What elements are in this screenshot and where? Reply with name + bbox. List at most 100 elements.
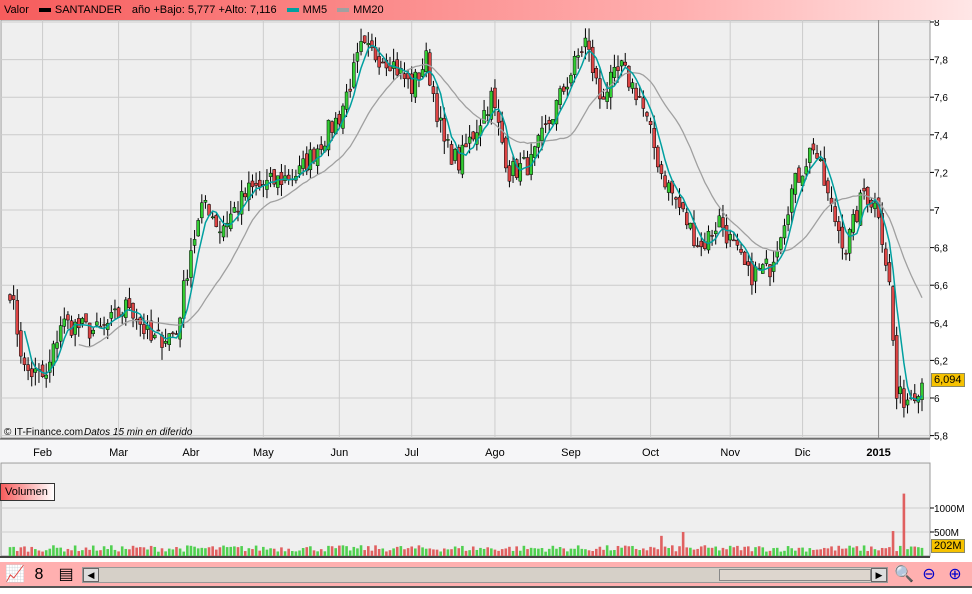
volume-bar — [70, 550, 73, 556]
candle-body — [793, 173, 798, 195]
volume-bar — [804, 551, 808, 556]
volume-bar — [189, 545, 193, 556]
y-tick-label: 7,6 — [934, 93, 948, 104]
candle-body — [847, 229, 852, 254]
price-chart[interactable]: 5,8 6 6,2 6,4 6,6 6,8 7 7,2 7,4 7,6 7,8 8 Feb Mar Abr M… — [0, 20, 972, 562]
candle-body — [77, 318, 81, 329]
candle-body — [844, 252, 848, 255]
mm5-swatch-icon — [286, 8, 299, 13]
volume-bar — [584, 549, 587, 556]
volume-bar — [486, 547, 490, 556]
candle-body — [460, 144, 465, 175]
candle-body — [572, 55, 577, 75]
candle-body — [898, 386, 903, 395]
candle-body — [782, 225, 787, 239]
volume-bar — [841, 548, 844, 556]
volume-bar — [638, 550, 642, 556]
candle-body — [887, 262, 892, 283]
volume-bar — [815, 549, 819, 556]
scroll-thumb[interactable] — [719, 569, 871, 581]
volume-bar — [330, 546, 334, 556]
candle-body — [699, 240, 703, 247]
candle-body — [826, 180, 830, 194]
volume-bar — [768, 550, 772, 556]
volume-bar — [229, 546, 233, 556]
volume-bar — [663, 546, 667, 556]
volume-bar — [30, 546, 34, 556]
candle-body — [637, 96, 642, 98]
candle-body — [576, 55, 580, 58]
volume-bar — [537, 548, 540, 556]
volume-bar — [765, 551, 768, 556]
volume-bar — [193, 546, 196, 556]
candle-body — [413, 71, 418, 98]
volume-bar — [851, 547, 855, 556]
link-icon[interactable]: 8 — [28, 564, 50, 586]
volume-bar — [540, 548, 544, 556]
candle-body — [659, 164, 664, 174]
volume-bar — [500, 549, 504, 556]
volume-bar — [750, 551, 754, 556]
volume-bar — [547, 548, 551, 556]
volume-bar — [117, 551, 120, 556]
ticker-label: SANTANDER — [54, 4, 122, 16]
zoom-fit-icon[interactable]: 🔍 — [893, 564, 915, 586]
volume-bar — [381, 548, 385, 556]
candle-body — [33, 368, 38, 373]
volume-bar — [544, 551, 547, 556]
scroll-left-button[interactable]: ◀ — [83, 568, 99, 582]
volume-bar — [377, 549, 381, 556]
candle-body — [739, 248, 743, 253]
volume-bar — [374, 545, 377, 556]
candle-body — [540, 127, 544, 142]
volume-bar — [518, 550, 522, 556]
x-tick-label: Sep — [561, 447, 581, 459]
volume-bar — [399, 546, 403, 556]
candle-body — [341, 105, 345, 129]
volume-bar — [511, 550, 515, 556]
volume-bar — [254, 545, 258, 556]
volume-bar — [410, 546, 414, 556]
volume-bar — [312, 550, 316, 556]
chart-type-icon[interactable]: 📈 — [4, 564, 26, 586]
candle-body — [362, 35, 367, 43]
volume-bar — [884, 548, 888, 556]
candle-body — [482, 110, 486, 124]
volume-bar — [616, 545, 620, 556]
volume-bar — [837, 545, 841, 556]
scroll-right-button[interactable]: ▶ — [871, 568, 887, 582]
volume-bar — [66, 548, 70, 556]
candle-body — [257, 179, 262, 188]
horizontal-scrollbar[interactable]: ◀ ▶ — [82, 567, 888, 583]
volume-bar — [660, 535, 663, 556]
volume-bar — [475, 549, 479, 556]
volume-bar — [848, 545, 851, 556]
volume-bar — [667, 547, 670, 556]
candle-body — [279, 171, 284, 185]
volume-bar — [674, 551, 678, 556]
zoom-in-icon[interactable]: ⊕ — [944, 564, 966, 586]
volume-bar — [609, 550, 613, 556]
volume-bar — [12, 546, 15, 556]
volume-bar — [164, 551, 167, 556]
candle-body — [873, 202, 877, 209]
volume-bar — [634, 548, 638, 556]
candle-body — [446, 139, 450, 141]
candle-body — [142, 324, 146, 334]
volume-bar — [613, 550, 616, 556]
volume-bar — [529, 547, 533, 556]
candle-body — [428, 52, 432, 86]
ticker-swatch-icon — [38, 8, 51, 13]
report-icon[interactable]: ▤ — [55, 564, 77, 586]
volume-bar — [214, 549, 218, 556]
volume-bar — [471, 546, 475, 556]
candle-body — [232, 207, 237, 213]
volume-bar — [620, 547, 623, 556]
volume-bar — [790, 548, 794, 556]
volume-bar — [211, 546, 214, 556]
toolbar: 📈 8 ▤ ◀ ▶ 🔍 ⊖ ⊕ — [0, 562, 972, 588]
candle-body — [663, 175, 667, 188]
volume-bar — [580, 548, 584, 556]
volume-bar — [652, 547, 656, 556]
zoom-out-icon[interactable]: ⊖ — [918, 564, 940, 586]
